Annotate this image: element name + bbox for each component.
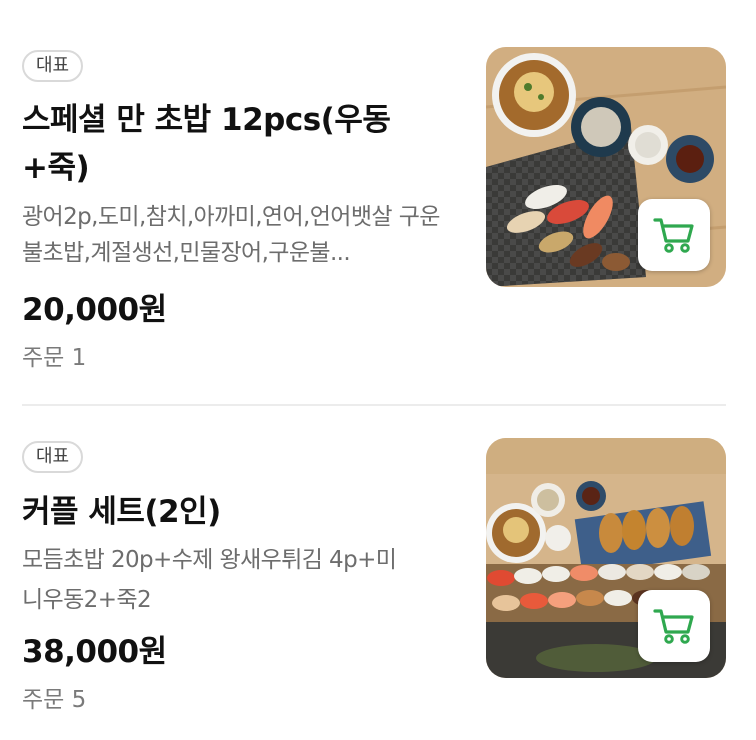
sushi-set-photo[interactable] (486, 47, 726, 287)
order-count: 주문 5 (22, 687, 87, 713)
menu-description: 광어2p,도미,참치,아까미,연어,언어뱃살 구운불초밥,계절생선,민물장어,구… (22, 204, 440, 266)
shopping-cart-icon (653, 218, 694, 253)
menu-description-line2: 니우동2+죽2 (22, 587, 152, 613)
menu-description-line1: 모듬초밥 20p+수제 왕새우튀김 4p+미 (22, 547, 397, 573)
couple-set-photo[interactable] (486, 438, 726, 678)
representative-badge: 대표 (22, 50, 84, 82)
add-to-cart-button[interactable] (638, 590, 710, 662)
menu-price: 38,000원 (22, 634, 167, 670)
menu-price: 20,000원 (22, 292, 167, 328)
menu-item-couple-set[interactable]: 대표 커플 세트(2인) 모듬초밥 20p+수제 왕새우튀김 4p+미 니우동2… (0, 406, 756, 740)
add-to-cart-button[interactable] (638, 199, 710, 271)
menu-title: 커플 세트(2인) (22, 494, 221, 530)
menu-title-line2: +죽) (22, 150, 90, 186)
representative-badge: 대표 (22, 441, 84, 473)
order-count: 주문 1 (22, 345, 87, 371)
shopping-cart-icon (653, 609, 694, 644)
menu-item-special-sushi[interactable]: 대표 스페셜 만 초밥 12pcs(우동 +죽) 광어2p,도미,참치,아까미,… (0, 0, 756, 405)
menu-title-line1: 스페셜 만 초밥 12pcs(우동 (22, 102, 391, 138)
